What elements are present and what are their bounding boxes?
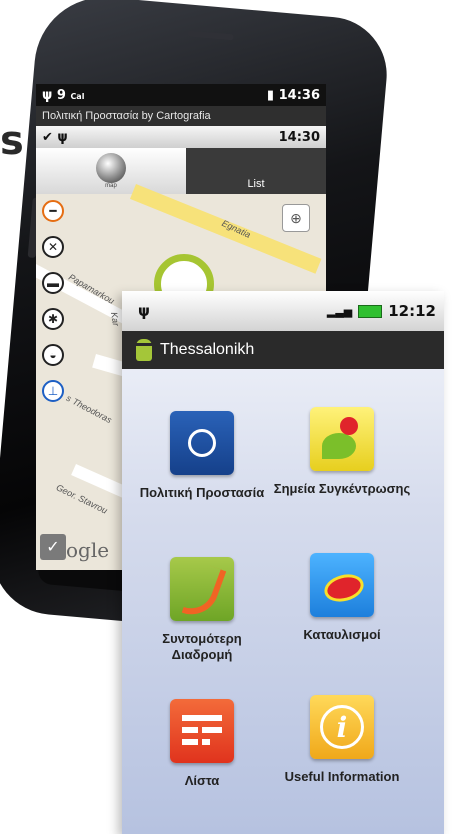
front-app-screen: ψ ▂▃▅ 12:12 Thessalonikh Πολιτική Προστα…	[122, 291, 444, 834]
tab-list[interactable]: List	[186, 148, 326, 194]
signal-icon: ▂▃▅	[326, 304, 353, 318]
status-right: ▂▃▅ 12:12	[327, 302, 436, 320]
usb-icon: ψ	[138, 302, 150, 320]
app-title: Πολιτική Προστασία by Cartografia	[36, 106, 326, 126]
status-time: 12:12	[388, 302, 436, 320]
tile-label: Λίστα	[184, 773, 220, 788]
map-tools: ━ ✕ ▬ ✱ ◒ ⊥	[42, 200, 64, 402]
cropped-heading-fragment: s	[0, 118, 24, 164]
car-icon[interactable]: ◒	[42, 344, 64, 366]
tile-label: Πολιτική Προστασία	[139, 485, 265, 500]
status-bar: ψ 9 Cal ▮ 14:36	[36, 84, 326, 106]
tile-list[interactable]: Λίστα	[132, 699, 272, 789]
inner-status-time: 14:30	[278, 129, 320, 145]
list-icon	[170, 699, 234, 763]
info-icon: i	[310, 695, 374, 759]
street-label: s Theodoras	[64, 392, 114, 426]
tile-camps[interactable]: Καταυλισμοί	[272, 553, 412, 643]
app-title: Thessalonikh	[160, 341, 255, 358]
tile-gathering-points[interactable]: Σημεία Συγκέντρωσης	[272, 407, 412, 497]
gear-icon[interactable]: ✱	[42, 308, 64, 330]
tab-bar: map List	[36, 148, 326, 194]
globe-icon	[96, 153, 126, 183]
tile-label: Σημεία Συγκέντρωσης	[273, 481, 411, 496]
tile-label: Καταυλισμοί	[303, 627, 381, 642]
tile-label: Συντομότερη Διαδρομή	[162, 631, 242, 662]
phone-speaker	[187, 30, 234, 41]
no-entry-icon[interactable]: ━	[42, 200, 64, 222]
inner-status-bar: ✔ ψ 14:30	[36, 126, 326, 148]
tile-useful-information[interactable]: i Useful Information	[272, 695, 412, 785]
tile-civil-protection[interactable]: Πολιτική Προστασία	[132, 411, 272, 501]
tile-label: Useful Information	[284, 769, 400, 784]
status-bar: ψ ▂▃▅ 12:12	[122, 291, 444, 331]
google-logo: ogle	[66, 538, 110, 562]
battery-icon	[358, 304, 383, 318]
pin-icon[interactable]: ⊥	[42, 380, 64, 402]
status-time: ▮ 14:36	[266, 87, 320, 103]
usb-icon: ψ 9 Cal	[42, 87, 85, 103]
street-label: Kar	[108, 311, 122, 327]
tab-map-label: map	[105, 183, 117, 189]
tab-map[interactable]: map	[36, 148, 186, 194]
tile-shortest-route[interactable]: Συντομότερη Διαδρομή	[132, 557, 272, 663]
android-icon	[133, 339, 155, 361]
civil-protection-icon	[170, 411, 234, 475]
locate-me-icon[interactable]: ⊕	[282, 204, 310, 232]
camps-icon	[310, 553, 374, 617]
shortest-route-icon	[170, 557, 234, 623]
app-title-bar: Thessalonikh	[122, 331, 444, 369]
bus-icon[interactable]: ▬	[42, 272, 64, 294]
signal-icon: ✔ ψ	[42, 129, 68, 145]
gathering-points-icon	[310, 407, 374, 471]
checkbox-icon[interactable]: ✓	[40, 534, 66, 560]
cancel-icon[interactable]: ✕	[42, 236, 64, 258]
